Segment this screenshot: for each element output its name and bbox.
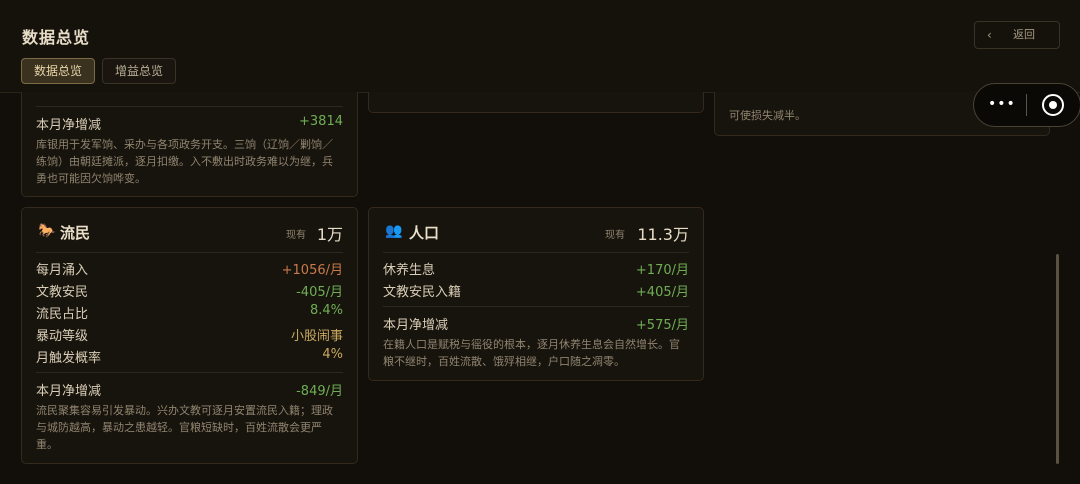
stat-row: 文教安民 -405/月 [36, 281, 343, 301]
stat-row: 休养生息 +170/月 [383, 259, 689, 279]
capsule-separator [1026, 94, 1027, 116]
divider [36, 252, 343, 253]
population-description: 在籍人口是赋税与徭役的根本，逐月休养生息会自然增长。官粮不继时，百姓流散、饿殍相… [383, 338, 680, 368]
stat-row: 暴动等级 小股闹事 [36, 325, 343, 345]
divider [36, 106, 343, 107]
stat-label: 每月涌入 [36, 263, 89, 278]
stat-label: 休养生息 [383, 263, 436, 278]
stat-value: 小股闹事 [290, 329, 343, 344]
stat-value: 4% [322, 347, 343, 362]
divider [36, 372, 343, 373]
stat-label: 月触发概率 [36, 351, 102, 366]
treasury-card: 本月净增减 +3814 库银用于发军饷、采办与各项政务开支。三饷（辽饷／剿饷／练… [21, 92, 358, 197]
refugee-card: 🐎 流民 现有 1万 每月涌入 +1056/月 文教安民 -405/月 流民占比… [21, 207, 358, 464]
stat-row: 流民占比 8.4% [36, 303, 343, 323]
stat-value: -405/月 [296, 285, 343, 300]
header-bar: 数据总览 数据总览 增益总览 ‹ 返回 [0, 0, 1080, 93]
current-label: 现有 [286, 230, 306, 241]
refugee-description: 流民聚集容易引发暴动。兴办文教可逐月安置流民入籍；理政与城防越高，暴动之患越轻。… [36, 404, 333, 451]
net-change-value: +575/月 [635, 318, 689, 333]
net-change-value: -849/月 [296, 384, 343, 399]
stat-label: 文教安民入籍 [383, 285, 462, 300]
scrollbar[interactable] [1056, 254, 1059, 464]
net-change-label: 本月净增减 [36, 118, 102, 133]
stat-row: 文教安民入籍 +405/月 [383, 281, 689, 301]
stat-value: +405/月 [635, 285, 689, 300]
people-icon: 👥 [385, 223, 403, 239]
population-title: 人口 [409, 224, 440, 242]
net-change-value: +3814 [299, 114, 343, 129]
stat-row: 每月涌入 +1056/月 [36, 259, 343, 279]
stat-label: 流民占比 [36, 307, 89, 322]
refugee-amount: 1万 [316, 225, 343, 244]
tab-bonus-overview[interactable]: 增益总览 [102, 58, 177, 84]
more-icon[interactable]: ••• [988, 84, 1020, 126]
net-change-row: 本月净增减 +575/月 [383, 314, 689, 334]
stat-value: +1056/月 [281, 263, 343, 278]
capsule-menu: ••• [973, 83, 1080, 127]
net-change-row: 本月净增减 -849/月 [36, 380, 343, 400]
tab-data-overview[interactable]: 数据总览 [21, 58, 96, 84]
net-change-label: 本月净增减 [383, 318, 449, 333]
population-amount: 11.3万 [637, 225, 689, 244]
divider [383, 306, 689, 307]
treasury-description: 库银用于发军饷、采办与各项政务开支。三饷（辽饷／剿饷／练饷）由朝廷摊派，逐月扣缴… [36, 138, 333, 185]
stat-label: 文教安民 [36, 285, 89, 300]
population-card: 👥 人口 现有 11.3万 休养生息 +170/月 文教安民入籍 +405/月 … [368, 207, 704, 381]
divider [383, 252, 689, 253]
back-button[interactable]: ‹ 返回 [974, 21, 1060, 49]
back-label: 返回 [1013, 28, 1035, 41]
chevron-left-icon: ‹ [987, 28, 992, 42]
middle-card-remnant [368, 92, 704, 113]
refugee-title: 流民 [60, 224, 91, 242]
page-title: 数据总览 [22, 28, 91, 47]
horse-icon: 🐎 [38, 223, 56, 239]
stat-value: +170/月 [635, 263, 689, 278]
record-icon[interactable] [1042, 94, 1064, 116]
stat-value: 8.4% [309, 303, 343, 318]
net-change-row: 本月净增减 +3814 [36, 114, 343, 134]
stat-row: 月触发概率 4% [36, 347, 343, 367]
current-label: 现有 [605, 230, 625, 241]
stat-label: 暴动等级 [36, 329, 89, 344]
net-change-label: 本月净增减 [36, 384, 102, 399]
